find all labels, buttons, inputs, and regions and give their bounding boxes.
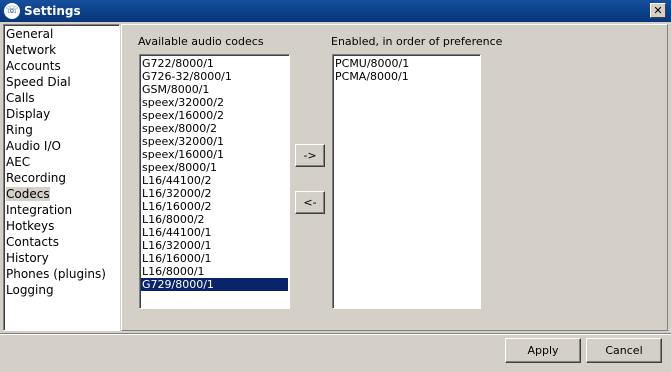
sidebar-item-label: Network [6,43,57,57]
sidebar-item-codecs[interactable]: Codecs [4,186,119,202]
available-codec-item[interactable]: speex/8000/1 [141,161,288,174]
sidebar-item-label: Speed Dial [6,75,71,89]
sidebar-item-label: Hotkeys [6,219,55,233]
sidebar-item-accounts[interactable]: Accounts [4,58,119,74]
available-codec-item[interactable]: speex/16000/1 [141,148,288,161]
remove-codec-button[interactable]: <- [295,191,325,214]
sidebar-item-network[interactable]: Network [4,42,119,58]
close-button[interactable]: ✕ [650,3,666,18]
available-codec-item[interactable]: G729/8000/1 [141,278,288,291]
sidebar-item-display[interactable]: Display [4,106,119,122]
available-codec-item[interactable]: L16/16000/2 [141,200,288,213]
sidebar-item-calls[interactable]: Calls [4,90,119,106]
cancel-button[interactable]: Cancel [586,338,662,363]
sidebar-item-phones-plugins[interactable]: Phones (plugins) [4,266,119,282]
available-codec-item[interactable]: speex/16000/2 [141,109,288,122]
sidebar-item-label: History [6,251,49,265]
sidebar-item-label: Contacts [6,235,59,249]
sidebar-item-label: Accounts [6,59,61,73]
sidebar-item-label: Audio I/O [6,139,61,153]
available-codec-item[interactable]: speex/32000/2 [141,96,288,109]
enabled-codecs-listbox[interactable]: PCMU/8000/1 PCMA/8000/1 [332,54,481,309]
add-codec-button[interactable]: -> [295,144,325,167]
available-codec-item[interactable]: L16/32000/2 [141,187,288,200]
sidebar-item-label: Codecs [6,187,50,201]
available-codec-item[interactable]: L16/44100/2 [141,174,288,187]
available-codec-item[interactable]: L16/8000/1 [141,265,288,278]
available-codec-item[interactable]: speex/32000/1 [141,135,288,148]
sidebar-item-label: Display [6,107,51,121]
sidebar-item-label: AEC [6,155,31,169]
sidebar-item-logging[interactable]: Logging [4,282,119,298]
sidebar-item-label: Ring [6,123,33,137]
sidebar-item-history[interactable]: History [4,250,119,266]
apply-button[interactable]: Apply [505,338,581,363]
sidebar-item-label: Logging [6,283,54,297]
available-codec-item[interactable]: L16/16000/1 [141,252,288,265]
close-icon: ✕ [653,4,663,17]
window-title: Settings [24,4,81,18]
enabled-codec-item[interactable]: PCMU/8000/1 [334,57,479,70]
sidebar-item-integration[interactable]: Integration [4,202,119,218]
phone-icon: ☏ [4,3,20,19]
available-codec-item[interactable]: G726-32/8000/1 [141,70,288,83]
enabled-codecs-label: Enabled, in order of preference [331,35,503,48]
settings-window: ☏ Settings ✕ General Network Accounts Speed… [0,0,671,372]
codecs-panel: Available audio codecs Enabled, in order… [121,24,668,331]
footer-divider [0,333,671,335]
available-codecs-listbox[interactable]: G722/8000/1 G726-32/8000/1 GSM/8000/1 speex… [139,54,290,309]
available-codec-item[interactable]: G722/8000/1 [141,57,288,70]
settings-category-list[interactable]: General Network Accounts Speed Dial Calls Dis… [3,24,120,331]
sidebar-item-hotkeys[interactable]: Hotkeys [4,218,119,234]
sidebar-item-label: Calls [6,91,35,105]
sidebar-item-speed-dial[interactable]: Speed Dial [4,74,119,90]
sidebar-item-general[interactable]: General [4,26,119,42]
enabled-codec-item[interactable]: PCMA/8000/1 [334,70,479,83]
title-bar[interactable]: ☏ Settings ✕ [0,0,671,22]
available-codec-item[interactable]: L16/32000/1 [141,239,288,252]
available-codec-item[interactable]: GSM/8000/1 [141,83,288,96]
available-codec-item[interactable]: L16/44100/1 [141,226,288,239]
available-codecs-label: Available audio codecs [138,35,264,48]
sidebar-item-label: General [6,27,54,41]
sidebar-item-audio-i-o[interactable]: Audio I/O [4,138,119,154]
available-codec-item[interactable]: speex/8000/2 [141,122,288,135]
sidebar-item-label: Integration [6,203,73,217]
sidebar-item-label: Recording [6,171,67,185]
sidebar-item-label: Phones (plugins) [6,267,106,281]
sidebar-item-recording[interactable]: Recording [4,170,119,186]
sidebar-item-ring[interactable]: Ring [4,122,119,138]
sidebar-item-contacts[interactable]: Contacts [4,234,119,250]
available-codec-item[interactable]: L16/8000/2 [141,213,288,226]
sidebar-item-aec[interactable]: AEC [4,154,119,170]
